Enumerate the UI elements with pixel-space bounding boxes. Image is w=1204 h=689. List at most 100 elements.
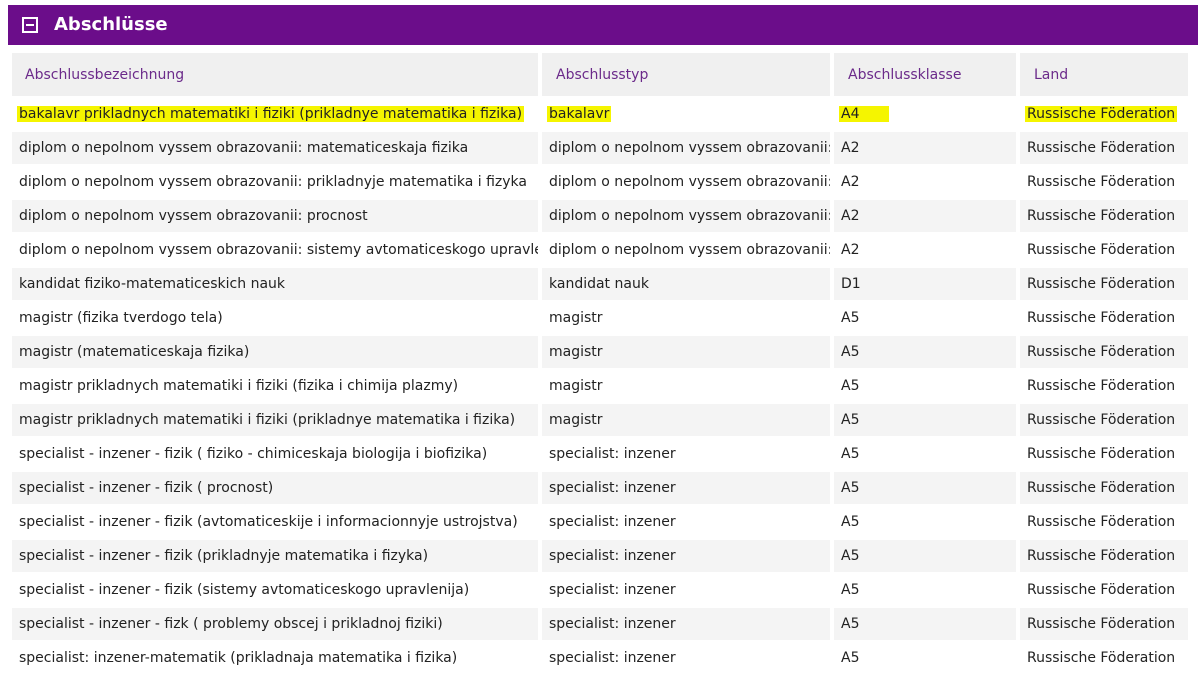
cell-land: Russische Föderation xyxy=(1020,540,1188,574)
cell-abschlussbezeichnung: specialist - inzener - fizik ( procnost) xyxy=(12,472,538,506)
cell-abschlussklasse: A5 xyxy=(834,404,1016,438)
table-row[interactable]: specialist - inzener - fizk ( problemy o… xyxy=(12,608,1188,642)
table-row[interactable]: magistr prikladnych matematiki i fiziki … xyxy=(12,404,1188,438)
cell-abschlussklasse: A5 xyxy=(834,438,1016,472)
cell-land-text: Russische Föderation xyxy=(1027,310,1176,326)
cell-land-text: Russische Föderation xyxy=(1027,208,1176,224)
cell-abschlussbezeichnung: specialist - inzener - fizik (sistemy av… xyxy=(12,574,538,608)
cell-abschlussbezeichnung-text: diplom o nepolnom vyssem obrazovanii: ma… xyxy=(19,140,469,156)
cell-abschlussklasse-text: A5 xyxy=(841,582,860,598)
column-header-abschlusstyp[interactable]: Abschlusstyp xyxy=(542,53,830,98)
cell-abschlussklasse: A5 xyxy=(834,540,1016,574)
cell-abschlussbezeichnung-text: magistr prikladnych matematiki i fiziki … xyxy=(19,412,516,428)
cell-abschlussbezeichnung: kandidat fiziko-matematiceskich nauk xyxy=(12,268,538,302)
cell-abschlusstyp-text: specialist: inzener xyxy=(549,650,676,666)
cell-abschlussbezeichnung: magistr (matematiceskaja fizika) xyxy=(12,336,538,370)
table-row[interactable]: diplom o nepolnom vyssem obrazovanii: pr… xyxy=(12,166,1188,200)
cell-land: Russische Föderation xyxy=(1020,200,1188,234)
cell-abschlusstyp: specialist: inzener xyxy=(542,642,830,676)
table-row[interactable]: specialist - inzener - fizik (prikladnyj… xyxy=(12,540,1188,574)
cell-abschlusstyp: specialist: inzener xyxy=(542,608,830,642)
cell-abschlussklasse: A5 xyxy=(834,608,1016,642)
cell-land-text: Russische Föderation xyxy=(1027,582,1176,598)
cell-land-text: Russische Föderation xyxy=(1027,378,1176,394)
cell-abschlusstyp: bakalavr xyxy=(542,98,830,132)
cell-abschlusstyp-text: specialist: inzener xyxy=(549,446,676,462)
cell-abschlussklasse-text: A2 xyxy=(841,174,860,190)
column-header-abschlussklasse[interactable]: Abschlussklasse xyxy=(834,53,1016,98)
cell-abschlusstyp: magistr xyxy=(542,370,830,404)
cell-abschlussklasse: A2 xyxy=(834,234,1016,268)
cell-abschlussklasse: A5 xyxy=(834,336,1016,370)
cell-abschlusstyp: magistr xyxy=(542,336,830,370)
cell-abschlussklasse: A5 xyxy=(834,472,1016,506)
cell-abschlussbezeichnung: magistr (fizika tverdogo tela) xyxy=(12,302,538,336)
cell-abschlussbezeichnung: specialist: inzener-matematik (prikladna… xyxy=(12,642,538,676)
table-row[interactable]: magistr prikladnych matematiki i fiziki … xyxy=(12,370,1188,404)
cell-abschlusstyp: specialist: inzener xyxy=(542,574,830,608)
table-row[interactable]: specialist - inzener - fizik (sistemy av… xyxy=(12,574,1188,608)
column-header-abschlussbezeichnung[interactable]: Abschlussbezeichnung xyxy=(12,53,538,98)
cell-land: Russische Föderation xyxy=(1020,574,1188,608)
cell-abschlusstyp: diplom o nepolnom vyssem obrazovanii: xyxy=(542,166,830,200)
table-row[interactable]: specialist: inzener-matematik (prikladna… xyxy=(12,642,1188,676)
table-header-row: Abschlussbezeichnung Abschlusstyp Abschl… xyxy=(12,53,1188,98)
cell-abschlussbezeichnung-text: bakalavr prikladnych matematiki i fiziki… xyxy=(17,106,525,122)
cell-abschlussbezeichnung-text: specialist - inzener - fizik (avtomatice… xyxy=(19,514,518,530)
cell-abschlussklasse: D1 xyxy=(834,268,1016,302)
cell-land-text: Russische Föderation xyxy=(1025,106,1178,122)
column-header-land[interactable]: Land xyxy=(1020,53,1188,98)
cell-abschlusstyp-text: diplom o nepolnom vyssem obrazovanii: xyxy=(549,140,830,156)
cell-land-text: Russische Föderation xyxy=(1027,242,1176,258)
cell-abschlussklasse-text: A4 xyxy=(839,106,890,122)
cell-abschlussklasse: A2 xyxy=(834,166,1016,200)
cell-abschlussklasse: A2 xyxy=(834,132,1016,166)
cell-abschlussbezeichnung-text: specialist - inzener - fizk ( problemy o… xyxy=(19,616,443,632)
cell-abschlussklasse: A2 xyxy=(834,200,1016,234)
cell-abschlusstyp-text: diplom o nepolnom vyssem obrazovanii: xyxy=(549,208,830,224)
table-row[interactable]: specialist - inzener - fizik (avtomatice… xyxy=(12,506,1188,540)
cell-abschlussklasse-text: A5 xyxy=(841,650,860,666)
collapse-minus-icon[interactable] xyxy=(22,17,38,33)
cell-abschlussbezeichnung-text: diplom o nepolnom vyssem obrazovanii: pr… xyxy=(19,174,527,190)
cell-abschlussklasse-text: A5 xyxy=(841,446,860,462)
cell-abschlussbezeichnung-text: diplom o nepolnom vyssem obrazovanii: si… xyxy=(19,242,538,258)
cell-abschlussbezeichnung-text: specialist - inzener - fizik ( procnost) xyxy=(19,480,274,496)
cell-land: Russische Föderation xyxy=(1020,166,1188,200)
cell-abschlusstyp: specialist: inzener xyxy=(542,438,830,472)
cell-abschlusstyp-text: bakalavr xyxy=(547,106,612,122)
table-row[interactable]: specialist - inzener - fizik ( procnost)… xyxy=(12,472,1188,506)
cell-land: Russische Föderation xyxy=(1020,404,1188,438)
cell-abschlusstyp: magistr xyxy=(542,404,830,438)
cell-abschlussklasse: A5 xyxy=(834,574,1016,608)
table-row[interactable]: magistr (fizika tverdogo tela) magistr A5 R… xyxy=(12,302,1188,336)
table-row[interactable]: diplom o nepolnom vyssem obrazovanii: si… xyxy=(12,234,1188,268)
cell-abschlussbezeichnung-text: specialist - inzener - fizik ( fiziko - … xyxy=(19,446,488,462)
cell-abschlussbezeichnung: specialist - inzener - fizik ( fiziko - … xyxy=(12,438,538,472)
cell-abschlusstyp-text: diplom o nepolnom vyssem obrazovanii: xyxy=(549,242,830,258)
cell-abschlusstyp-text: magistr xyxy=(549,412,603,428)
cell-abschlussklasse-text: A5 xyxy=(841,378,860,394)
cell-abschlussklasse: A5 xyxy=(834,302,1016,336)
table-row[interactable]: magistr (matematiceskaja fizika) magistr A… xyxy=(12,336,1188,370)
cell-abschlussbezeichnung: magistr prikladnych matematiki i fiziki … xyxy=(12,404,538,438)
cell-abschlussbezeichnung: diplom o nepolnom vyssem obrazovanii: ma… xyxy=(12,132,538,166)
cell-abschlussbezeichnung-text: magistr (matematiceskaja fizika) xyxy=(19,344,250,360)
cell-abschlussbezeichnung-text: diplom o nepolnom vyssem obrazovanii: pr… xyxy=(19,208,368,224)
table-row[interactable]: kandidat fiziko-matematiceskich nauk kand… xyxy=(12,268,1188,302)
cell-land-text: Russische Föderation xyxy=(1027,650,1176,666)
table-row[interactable]: bakalavr prikladnych matematiki i fiziki… xyxy=(12,98,1188,132)
table-row[interactable]: specialist - inzener - fizik ( fiziko - … xyxy=(12,438,1188,472)
cell-land-text: Russische Föderation xyxy=(1027,480,1176,496)
table-row[interactable]: diplom o nepolnom vyssem obrazovanii: ma… xyxy=(12,132,1188,166)
cell-land: Russische Föderation xyxy=(1020,506,1188,540)
table-row[interactable]: diplom o nepolnom vyssem obrazovanii: pr… xyxy=(12,200,1188,234)
cell-land: Russische Föderation xyxy=(1020,608,1188,642)
cell-abschlussklasse-text: D1 xyxy=(841,276,861,292)
cell-abschlussbezeichnung-text: specialist: inzener-matematik (prikladna… xyxy=(19,650,458,666)
cell-abschlussbezeichnung: diplom o nepolnom vyssem obrazovanii: pr… xyxy=(12,200,538,234)
cell-abschlussklasse: A5 xyxy=(834,370,1016,404)
cell-abschlussbezeichnung: specialist - inzener - fizik (prikladnyj… xyxy=(12,540,538,574)
cell-abschlussbezeichnung: specialist - inzener - fizk ( problemy o… xyxy=(12,608,538,642)
cell-abschlussklasse-text: A5 xyxy=(841,310,860,326)
